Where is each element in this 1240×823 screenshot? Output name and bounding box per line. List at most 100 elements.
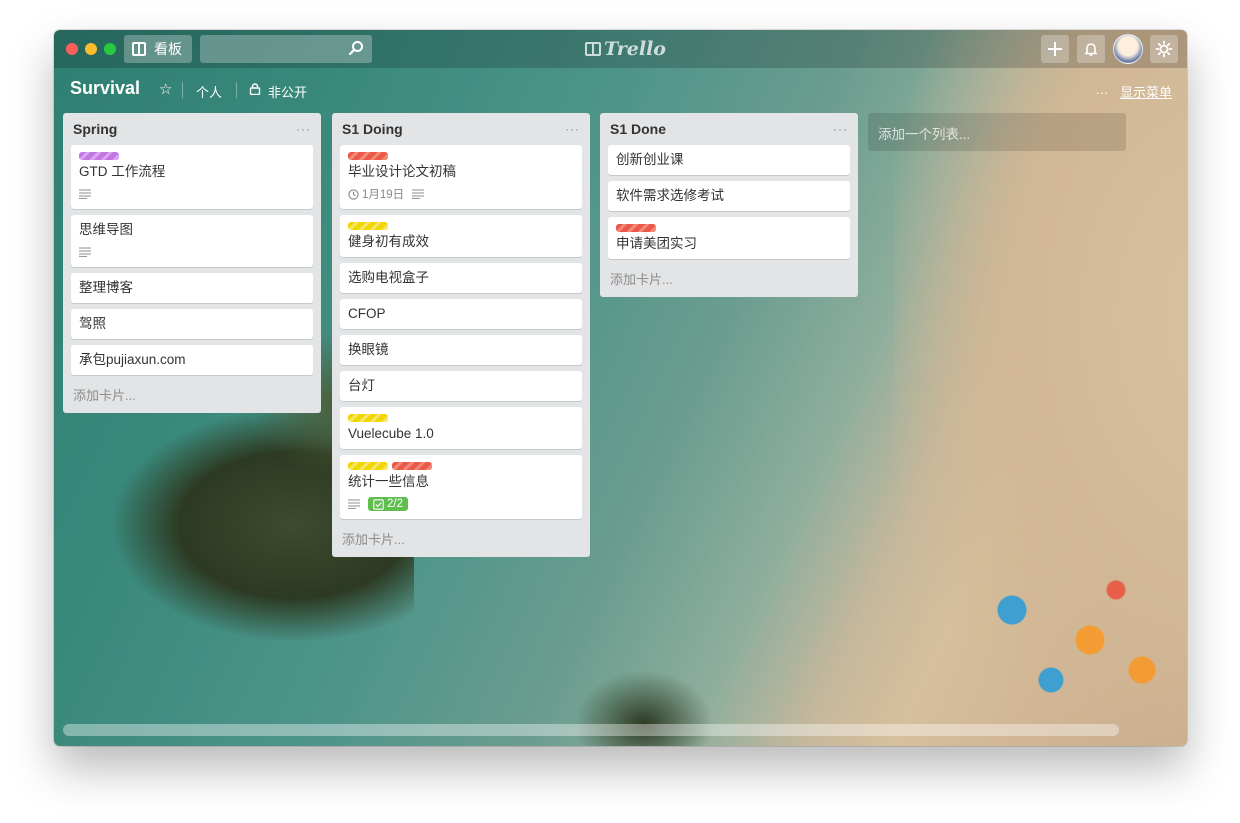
add-card-button[interactable]: 添加卡片... [340, 525, 582, 557]
horizontal-scrollbar[interactable] [63, 724, 1119, 736]
description-icon [348, 499, 360, 509]
card-title: 毕业设计论文初稿 [348, 164, 456, 179]
card[interactable]: 台灯 [340, 371, 582, 401]
card-badges [79, 185, 305, 203]
card-title: 软件需求选修考试 [616, 188, 724, 203]
checkbox-icon [373, 498, 384, 510]
app-window: 看板 Trello Survival ☆ 个人 非公开 ··· 显示菜单 Spr… [54, 30, 1187, 746]
card[interactable]: 统计一些信息 2/2 [340, 455, 582, 519]
boards-label: 看板 [154, 41, 182, 57]
bell-icon [1084, 43, 1098, 56]
list-s1-done: S1 Done ··· 创新创业课 软件需求选修考试 申请美团实习 添加卡片..… [600, 113, 858, 297]
card-title: 承包pujiaxun.com [79, 352, 186, 367]
list-header: Spring ··· [71, 113, 313, 145]
card-labels [348, 222, 574, 230]
card-labels [616, 224, 842, 232]
card-badges [79, 243, 305, 261]
card-labels [348, 462, 574, 470]
card-title: GTD 工作流程 [79, 164, 166, 179]
card-title: 健身初有成效 [348, 234, 429, 249]
card[interactable]: 驾照 [71, 309, 313, 339]
list-menu-icon[interactable]: ··· [565, 122, 580, 136]
plus-icon [1048, 42, 1062, 56]
boards-icon [132, 42, 146, 56]
show-menu-link[interactable]: 显示菜单 [1120, 85, 1172, 100]
card[interactable]: 健身初有成效 [340, 215, 582, 257]
card[interactable]: 毕业设计论文初稿 1月19日 [340, 145, 582, 209]
card-title: 思维导图 [79, 222, 133, 237]
checklist-count: 2/2 [387, 498, 403, 510]
label-red [616, 224, 656, 232]
card[interactable]: 选购电视盒子 [340, 263, 582, 293]
card[interactable]: 申请美团实习 [608, 217, 850, 259]
window-close-button[interactable] [66, 43, 78, 55]
clock-icon [348, 188, 359, 200]
checklist-badge: 2/2 [368, 497, 408, 511]
window-minimize-button[interactable] [85, 43, 97, 55]
boards-button[interactable]: 看板 [124, 35, 192, 63]
label-yellow [348, 222, 388, 230]
gear-icon [1155, 40, 1173, 58]
card[interactable]: 软件需求选修考试 [608, 181, 850, 211]
team-button[interactable]: 个人 [196, 82, 222, 101]
list-s1-doing: S1 Doing ··· 毕业设计论文初稿 1月19日 健身初有成效 选购电视盒… [332, 113, 590, 557]
more-icon: ··· [1095, 85, 1109, 100]
card-title: Vuelecube 1.0 [348, 426, 434, 441]
description-icon [79, 189, 91, 199]
show-menu[interactable]: ··· 显示菜单 [1095, 82, 1172, 101]
list-title[interactable]: S1 Done [610, 121, 666, 137]
card-title: CFOP [348, 306, 386, 321]
card[interactable]: 承包pujiaxun.com [71, 345, 313, 375]
due-date-badge: 1月19日 [348, 186, 404, 202]
list-title[interactable]: Spring [73, 121, 117, 137]
card-title: 整理博客 [79, 280, 133, 295]
card[interactable]: 创新创业课 [608, 145, 850, 175]
card-title: 选购电视盒子 [348, 270, 429, 285]
add-card-button[interactable]: 添加卡片... [71, 381, 313, 413]
star-icon[interactable]: ☆ [159, 80, 172, 98]
card[interactable]: Vuelecube 1.0 [340, 407, 582, 449]
avatar[interactable] [1113, 34, 1143, 64]
search-icon [348, 41, 363, 56]
label-yellow [348, 462, 388, 470]
list-spring: Spring ··· GTD 工作流程 思维导图 整理博客 驾照 承包pujia… [63, 113, 321, 413]
top-bar: 看板 Trello [54, 30, 1187, 68]
board-title[interactable]: Survival [70, 78, 140, 99]
card-labels [348, 414, 574, 422]
list-header: S1 Doing ··· [340, 113, 582, 145]
description-icon [79, 247, 91, 257]
divider [182, 82, 183, 98]
trello-logo-text: Trello [604, 38, 666, 60]
notifications-button[interactable] [1077, 35, 1105, 63]
card[interactable]: CFOP [340, 299, 582, 329]
list-menu-icon[interactable]: ··· [296, 122, 311, 136]
add-list-button[interactable]: 添加一个列表... [868, 113, 1126, 151]
description-icon [412, 189, 425, 199]
lock-icon [249, 83, 261, 95]
list-title[interactable]: S1 Doing [342, 121, 403, 137]
card[interactable]: GTD 工作流程 [71, 145, 313, 209]
card-title: 申请美团实习 [616, 236, 697, 251]
card-title: 统计一些信息 [348, 474, 429, 489]
label-red [348, 152, 388, 160]
pedal-boats-background [934, 530, 1187, 730]
list-menu-icon[interactable]: ··· [833, 122, 848, 136]
settings-button[interactable] [1150, 35, 1178, 63]
card[interactable]: 整理博客 [71, 273, 313, 303]
trello-logo-icon [585, 42, 601, 56]
visibility-button[interactable]: 非公开 [268, 82, 307, 101]
trello-logo[interactable]: Trello [585, 38, 666, 60]
card[interactable]: 思维导图 [71, 215, 313, 267]
card-title: 驾照 [79, 316, 106, 331]
window-zoom-button[interactable] [104, 43, 116, 55]
label-yellow [348, 414, 388, 422]
add-card-button[interactable]: 添加卡片... [608, 265, 850, 297]
card-labels [348, 152, 574, 160]
card-title: 创新创业课 [616, 152, 684, 167]
card[interactable]: 换眼镜 [340, 335, 582, 365]
card-badges: 1月19日 [348, 185, 574, 203]
search-input[interactable] [200, 35, 372, 63]
card-title: 换眼镜 [348, 342, 389, 357]
card-labels [79, 152, 305, 160]
add-button[interactable] [1041, 35, 1069, 63]
